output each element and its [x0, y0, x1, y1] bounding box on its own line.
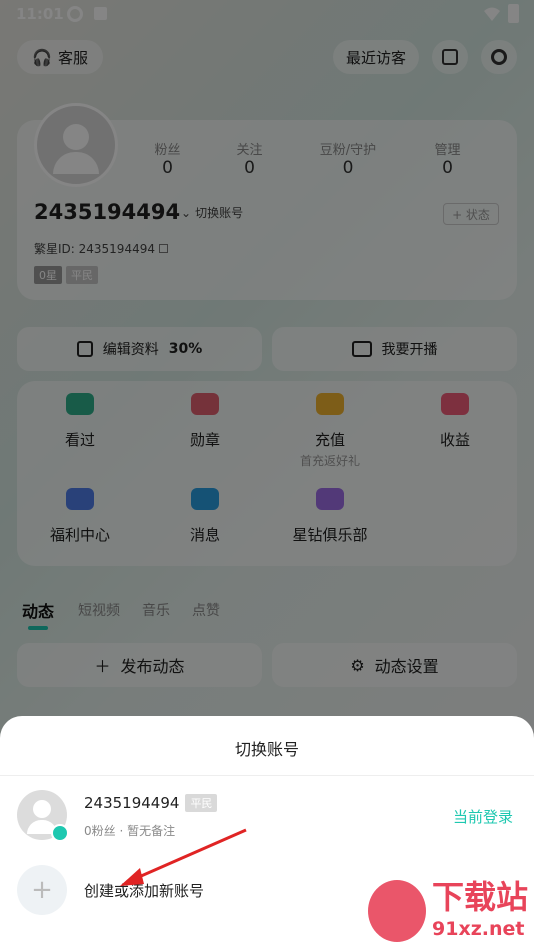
- watermark: 下载站 91xz.net: [366, 866, 534, 950]
- watermark-domain: 91xz.net: [432, 918, 525, 940]
- add-account-plus-icon: +: [17, 865, 67, 915]
- sheet-divider: [0, 775, 534, 776]
- watermark-brand: 下载站: [432, 878, 529, 916]
- account-name-row: 2435194494 平民: [84, 794, 218, 812]
- account-name: 2435194494: [84, 794, 180, 812]
- switch-account-sheet: 切换账号 2435194494 平民 0粉丝 · 暂无备注 当前登录 + 创建或…: [0, 716, 534, 950]
- account-row[interactable]: 2435194494 平民 0粉丝 · 暂无备注 当前登录: [0, 786, 534, 848]
- sheet-title: 切换账号: [234, 740, 299, 759]
- account-rank-badge: 平民: [185, 794, 218, 812]
- current-login-label: 当前登录: [453, 808, 514, 826]
- account-avatar: [17, 790, 69, 842]
- watermark-logo-icon: [368, 880, 426, 942]
- annotation-arrow: [120, 828, 247, 886]
- avatar-head-icon: [33, 800, 51, 818]
- phone-badge-icon: [51, 824, 69, 842]
